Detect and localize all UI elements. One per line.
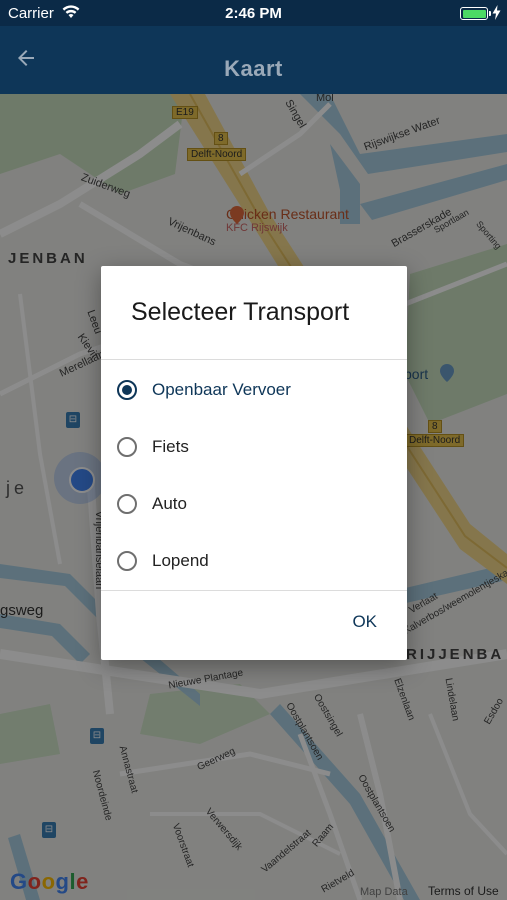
- option-label: Openbaar Vervoer: [152, 379, 291, 399]
- dialog-title: Selecteer Transport: [131, 298, 350, 326]
- option-label: Fiets: [152, 436, 189, 456]
- option-openbaar-vervoer[interactable]: Openbaar Vervoer: [101, 361, 407, 418]
- dialog-divider: [101, 590, 407, 591]
- dialog-divider: [101, 359, 407, 360]
- charging-bolt-icon: [492, 5, 501, 20]
- radio-unselected-icon[interactable]: [117, 436, 137, 457]
- option-label: Auto: [152, 493, 187, 513]
- page-title: Kaart: [224, 56, 283, 81]
- status-bar: Carrier 2:46 PM: [0, 0, 507, 26]
- radio-unselected-icon[interactable]: [117, 493, 137, 514]
- status-time: 2:46 PM: [225, 5, 282, 22]
- option-fiets[interactable]: Fiets: [101, 418, 407, 475]
- option-lopend[interactable]: Lopend: [101, 532, 407, 589]
- radio-selected-icon[interactable]: [117, 379, 137, 400]
- ok-button[interactable]: OK: [344, 608, 385, 636]
- option-label: Lopend: [152, 550, 209, 570]
- battery-icon: [460, 7, 491, 20]
- app-bar: Kaart: [0, 26, 507, 94]
- transport-dialog: Selecteer Transport Openbaar Vervoer Fie…: [101, 266, 407, 660]
- radio-unselected-icon[interactable]: [117, 550, 137, 571]
- option-auto[interactable]: Auto: [101, 475, 407, 532]
